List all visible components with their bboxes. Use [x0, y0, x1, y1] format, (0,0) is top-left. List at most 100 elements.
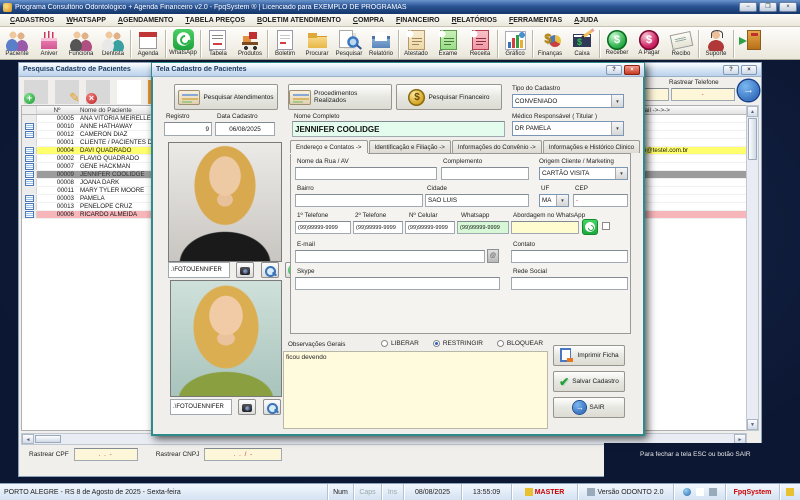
- whatsapp-checkbox[interactable]: [602, 222, 610, 230]
- toolbar-item-bulletin[interactable]: Boletim: [269, 28, 301, 58]
- menu-item-3[interactable]: TABELA PREÇOS: [179, 14, 251, 26]
- rastrear-cnpj-input[interactable]: . . / -: [204, 448, 282, 461]
- toolbar-item-calendar[interactable]: Agenda: [132, 28, 164, 58]
- toolbar-item-cash-register[interactable]: $Caixa: [566, 28, 598, 58]
- toolbar-item-support[interactable]: Suporte: [700, 28, 732, 58]
- scroll-down-icon[interactable]: ▼: [747, 419, 758, 430]
- photo-path-field[interactable]: .\FOTO\JENNIFER: [168, 262, 230, 278]
- procedimentos-realizados-button[interactable]: Procedimentos Realizados: [288, 84, 392, 110]
- horizontal-scroll-thumb[interactable]: [35, 435, 61, 443]
- rede-social-input[interactable]: [511, 277, 628, 290]
- contato-input[interactable]: [511, 250, 628, 263]
- pesquisar-atendimentos-button[interactable]: Pesquisar Atendimentos: [174, 84, 278, 110]
- toolbar-item-folder-search[interactable]: Procurar: [301, 28, 333, 58]
- radio-restringir[interactable]: RESTRINGIR: [433, 340, 483, 347]
- toolbar-item-exit[interactable]: [735, 28, 767, 51]
- uf-select[interactable]: MA: [539, 194, 569, 207]
- toolbar-item-chart[interactable]: Gráfico: [499, 28, 531, 58]
- menu-item-1[interactable]: WHATSAPP: [60, 14, 112, 26]
- radio-liberar[interactable]: LIBERAR: [381, 340, 419, 347]
- delete-record-icon[interactable]: ×: [86, 80, 110, 104]
- skype-input[interactable]: [295, 277, 500, 290]
- menu-item-8[interactable]: FERRAMENTAS: [503, 14, 568, 26]
- toolbar-item-patients[interactable]: Paciente: [1, 28, 33, 58]
- menu-item-5[interactable]: COMPRA: [347, 14, 390, 26]
- toolbar-item-exam[interactable]: Exame: [432, 28, 464, 58]
- complemento-input[interactable]: [441, 167, 529, 180]
- scroll-up-icon[interactable]: ▲: [747, 106, 758, 117]
- salvar-cadastro-button[interactable]: ✔ Salvar Cadastro: [553, 371, 625, 392]
- add-record-icon[interactable]: +: [24, 80, 48, 104]
- observacoes-textarea[interactable]: ficou devendo: [283, 351, 548, 429]
- dialog-close-icon[interactable]: ×: [624, 65, 640, 75]
- search-photo-icon[interactable]: [263, 399, 281, 415]
- menu-item-2[interactable]: AGENDAMENTO: [112, 14, 180, 26]
- sair-button[interactable]: → SAIR: [553, 397, 625, 418]
- tab-2[interactable]: Informações do Convênio ->: [452, 140, 542, 153]
- abordagem-input[interactable]: [511, 221, 579, 234]
- imprimir-ficha-button[interactable]: Imprimir Ficha: [553, 345, 625, 366]
- menu-item-0[interactable]: CADASTROS: [4, 14, 60, 26]
- registro-field[interactable]: 9: [164, 122, 212, 136]
- toolbar-item-finance[interactable]: $Finanças: [534, 28, 566, 58]
- toolbar-item-staff[interactable]: Funciona: [65, 28, 97, 58]
- menu-item-7[interactable]: RELATÓRIOS: [446, 14, 503, 26]
- edit-record-icon[interactable]: ✎: [55, 80, 79, 104]
- data-cadastro-field[interactable]: 06/08/2025: [215, 122, 275, 136]
- rua-input[interactable]: [295, 167, 437, 180]
- vertical-scrollbar[interactable]: ▲ ▼: [746, 105, 759, 431]
- whatsapp-send-icon[interactable]: [582, 219, 598, 235]
- whatsapp-input[interactable]: (99)99999-9999: [457, 221, 509, 234]
- toolbar-item-dentist[interactable]: Dentista: [97, 28, 129, 58]
- close-icon[interactable]: ×: [741, 65, 757, 75]
- minimize-button[interactable]: −: [739, 2, 757, 12]
- telefone2-input[interactable]: (99)99999-9999: [353, 221, 403, 234]
- toolbar-item-receive[interactable]: $Receber: [601, 28, 633, 57]
- rastrear-telefone-ddd-input[interactable]: [641, 88, 669, 101]
- toolbar-item-certificate[interactable]: Atestado: [400, 28, 432, 58]
- vertical-scroll-thumb[interactable]: [748, 118, 757, 160]
- menu-item-4[interactable]: BOLETIM ATENDIMENTO: [251, 14, 347, 26]
- bairro-input[interactable]: [295, 194, 423, 207]
- email-input[interactable]: [295, 250, 485, 263]
- telefone1-input[interactable]: (99)99999-9999: [295, 221, 351, 234]
- camera-icon[interactable]: [238, 399, 256, 415]
- scroll-left-icon[interactable]: ◄: [22, 434, 34, 444]
- toolbar-item-report[interactable]: Relatório: [365, 28, 397, 58]
- radio-bloquear[interactable]: BLOQUEAR: [497, 340, 543, 347]
- menu-item-6[interactable]: FINANCEIRO: [390, 14, 446, 26]
- photo-path-field[interactable]: .\FOTO\JENNIFER: [170, 399, 232, 415]
- dialog-help-icon[interactable]: ?: [606, 65, 622, 75]
- rastrear-telefone-go-button[interactable]: →: [738, 80, 759, 101]
- toolbar-item-whatsapp[interactable]: WhatsApp: [167, 28, 199, 57]
- rastrear-telefone-input[interactable]: -: [671, 88, 735, 101]
- send-email-icon[interactable]: @: [487, 249, 499, 263]
- celular-input[interactable]: (99)99999-9999: [405, 221, 455, 234]
- origem-select[interactable]: CARTÃO VISITA: [539, 167, 628, 180]
- tab-3[interactable]: Informações e Histórico Clinico: [543, 140, 640, 153]
- toolbar-item-birthday[interactable]: Aniver: [33, 28, 65, 58]
- close-button[interactable]: ×: [779, 2, 797, 12]
- globe-icon[interactable]: [683, 488, 691, 496]
- restore-button[interactable]: ❐: [759, 2, 777, 12]
- print-icon[interactable]: [117, 80, 141, 104]
- printer-icon[interactable]: [696, 488, 704, 496]
- tipo-cadastro-select[interactable]: CONVENIADO: [512, 94, 624, 108]
- toolbar-item-products[interactable]: Produtos: [234, 28, 266, 58]
- menu-item-9[interactable]: AJUDA: [568, 14, 604, 26]
- cep-input[interactable]: -: [573, 194, 628, 207]
- search-photo-icon[interactable]: [261, 262, 279, 278]
- tab-0[interactable]: Endereço e Contatos ->: [290, 140, 368, 153]
- toolbar-item-price-table[interactable]: Tabela: [202, 28, 234, 58]
- display-icon[interactable]: [709, 488, 717, 496]
- medico-responsavel-select[interactable]: DR PAMELA: [512, 121, 624, 136]
- camera-icon[interactable]: [236, 262, 254, 278]
- nome-completo-field[interactable]: JENNIFER COOLIDGE: [292, 121, 505, 137]
- toolbar-item-prescription[interactable]: Receita: [464, 28, 496, 58]
- toolbar-item-search-docs[interactable]: Pesquisar: [333, 28, 365, 58]
- pesquisar-financeiro-button[interactable]: $ Pesquisar Financeiro: [396, 84, 502, 110]
- rastrear-cpf-input[interactable]: . . -: [74, 448, 138, 461]
- cidade-input[interactable]: SAO LUIS: [425, 194, 529, 207]
- toolbar-item-receipt[interactable]: Recibo: [665, 28, 697, 58]
- help-icon[interactable]: ?: [723, 65, 739, 75]
